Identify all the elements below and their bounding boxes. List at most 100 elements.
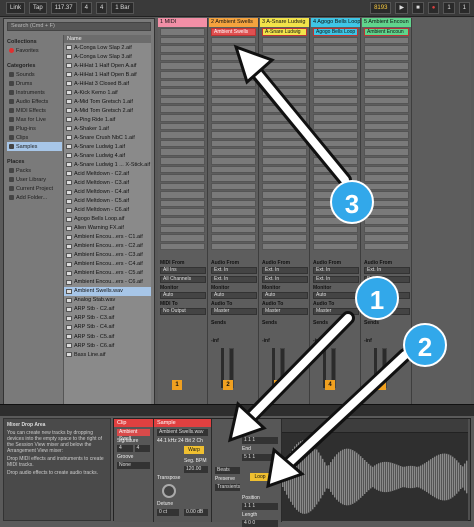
monitor-select[interactable]: Auto — [211, 292, 257, 299]
sidebar-item-category[interactable]: Sounds — [7, 70, 62, 79]
clip-slot[interactable] — [160, 131, 205, 139]
clip-slot[interactable] — [262, 156, 307, 165]
clip-slot[interactable] — [160, 122, 205, 131]
warp-button[interactable]: Warp — [184, 446, 204, 454]
track-activator-button[interactable]: 2 — [223, 380, 233, 390]
file-list-item[interactable]: A-HiHat 1 Half Open A.aif — [64, 61, 151, 70]
clip-slot[interactable] — [364, 96, 409, 105]
clip-slot[interactable] — [313, 105, 358, 113]
tap-button[interactable]: Tap — [29, 2, 47, 14]
file-list-item[interactable]: ARP Stb - C5.aif — [64, 332, 151, 341]
file-list-item[interactable]: Ambient Encou...ers - C2.aif — [64, 242, 151, 251]
clip-slot[interactable] — [262, 62, 307, 70]
track-header[interactable]: 5 Ambient Encoun — [362, 18, 411, 27]
detune-field[interactable]: 0 ct — [157, 509, 179, 516]
clip-slot[interactable] — [211, 174, 256, 182]
clip-slot[interactable] — [262, 70, 307, 79]
clip-slot[interactable] — [364, 217, 409, 225]
file-list-item[interactable]: Ambient Encou...ers - C5.aif — [64, 269, 151, 278]
track-activator-button[interactable]: 3 — [274, 380, 284, 390]
clip-slot[interactable] — [313, 234, 358, 242]
signature-numerator[interactable]: 4 — [117, 445, 133, 452]
clip-slot[interactable] — [160, 199, 205, 208]
file-list-item[interactable]: A-Conga Low Slap 2.aif — [64, 43, 151, 52]
clip-slot[interactable] — [211, 88, 256, 96]
clip-slot[interactable] — [364, 156, 409, 165]
clip-slot[interactable] — [364, 105, 409, 113]
clip-slot[interactable] — [211, 191, 256, 199]
clip-slot[interactable] — [262, 165, 307, 174]
clip-name-field[interactable]: Ambient Swell — [117, 429, 150, 442]
output-select[interactable]: Master — [211, 308, 257, 315]
file-list-item[interactable]: Ambient Swells.wav — [64, 286, 151, 296]
clip-slot[interactable] — [313, 225, 358, 234]
clip-slot[interactable] — [262, 234, 307, 242]
loop-length[interactable]: 1 — [458, 2, 470, 14]
track-header[interactable]: 4 Agogo Bells Loop — [311, 18, 360, 27]
monitor-select[interactable]: Auto — [160, 292, 206, 299]
clip-slot[interactable] — [211, 199, 256, 208]
clip-slot[interactable] — [313, 139, 358, 148]
clip-slot[interactable] — [364, 70, 409, 79]
clip-slot[interactable] — [160, 28, 205, 36]
clip-slot[interactable] — [160, 217, 205, 225]
file-list-item[interactable]: A-HiHat 1 Half Open B.aif — [64, 70, 151, 79]
input-type-select[interactable]: Ext. In — [211, 267, 257, 274]
link-button[interactable]: Link — [6, 2, 26, 14]
clip-slot[interactable] — [160, 36, 205, 45]
clip-slot[interactable] — [364, 242, 409, 251]
output-select[interactable]: Master — [262, 308, 308, 315]
clip-slot[interactable] — [160, 182, 205, 191]
track-activator-button[interactable]: 4 — [325, 380, 335, 390]
file-list-item[interactable]: A-Snare Crush NbC 1.aif — [64, 133, 151, 142]
clip-slot[interactable] — [211, 225, 256, 234]
input-type-select[interactable]: All Ins — [160, 267, 206, 274]
clip-slot[interactable] — [364, 165, 409, 174]
clip-slot[interactable] — [313, 148, 358, 156]
clip-slot[interactable] — [364, 79, 409, 88]
input-channel-select[interactable]: Ext. In — [313, 276, 359, 283]
clip-slot[interactable] — [211, 105, 256, 113]
clip-slot[interactable] — [313, 36, 358, 45]
file-list-item[interactable]: Alien Warning FX.aif — [64, 224, 151, 233]
clip-slot[interactable] — [364, 139, 409, 148]
preserve-select[interactable]: Transients — [215, 484, 240, 491]
clip-slot[interactable] — [160, 139, 205, 148]
clip-slot[interactable] — [262, 53, 307, 62]
input-channel-select[interactable]: All Channels — [160, 276, 206, 283]
clip-slot[interactable] — [262, 208, 307, 217]
play-button[interactable]: ▶ — [395, 2, 409, 14]
sidebar-item-category[interactable]: Plug-ins — [7, 124, 62, 133]
stop-button[interactable]: ■ — [412, 2, 424, 14]
clip-slot[interactable] — [211, 122, 256, 131]
loop-button[interactable]: Loop — [250, 473, 270, 481]
clip-slot[interactable] — [262, 148, 307, 156]
track-header[interactable]: 1 MIDI — [158, 18, 207, 27]
clip-slot[interactable] — [160, 53, 205, 62]
clip-slot[interactable] — [211, 217, 256, 225]
clip-slot[interactable] — [364, 131, 409, 139]
file-list-item[interactable]: A-HiHat 3 Closed B.aif — [64, 79, 151, 88]
end-field[interactable]: 5 1 1 — [242, 454, 278, 461]
clip-slot[interactable] — [211, 70, 256, 79]
clip-slot[interactable] — [262, 225, 307, 234]
clip-slot[interactable] — [364, 234, 409, 242]
clip-slot[interactable] — [364, 62, 409, 70]
clip-slot[interactable] — [211, 131, 256, 139]
file-list-item[interactable]: Acid Meltdown - C6.aif — [64, 206, 151, 215]
clip-slot[interactable] — [313, 113, 358, 122]
loop-start[interactable]: 1 — [443, 2, 455, 14]
clip-slot[interactable] — [160, 79, 205, 88]
clip-slot-filled[interactable]: Ambient Swells — [211, 28, 256, 36]
input-channel-select[interactable]: Ext. In — [262, 276, 308, 283]
clip-slot[interactable] — [313, 53, 358, 62]
clip-slot[interactable] — [313, 88, 358, 96]
meter-denominator[interactable]: 4 — [95, 2, 108, 14]
output-select[interactable]: No Output — [160, 308, 206, 315]
file-list-item[interactable]: Acid Meltdown - C5.aif — [64, 197, 151, 206]
clip-slot[interactable] — [262, 105, 307, 113]
quantize-select[interactable]: 1 Bar — [111, 2, 134, 14]
clip-slot[interactable] — [262, 174, 307, 182]
clip-slot[interactable] — [364, 148, 409, 156]
seg-bpm-field[interactable]: 120.00 — [184, 466, 208, 473]
